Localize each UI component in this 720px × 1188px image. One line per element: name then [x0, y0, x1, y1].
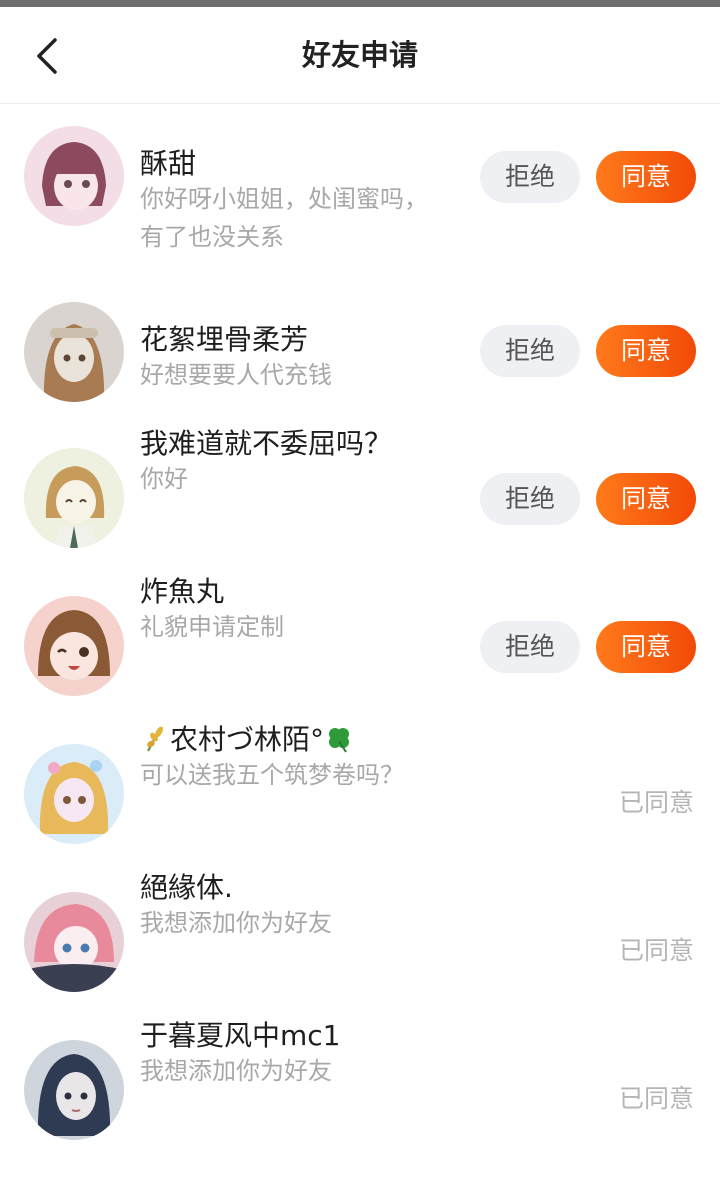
requester-name-text: 农村づ林陌°	[170, 723, 325, 756]
avatar[interactable]	[24, 448, 124, 548]
request-row: 我难道就不委屈吗？ 你好 拒绝 同意	[0, 400, 720, 548]
requester-name: 酥甜	[140, 147, 197, 180]
avatar[interactable]	[24, 744, 124, 844]
accept-button[interactable]: 同意	[596, 325, 696, 377]
request-row: 酥甜 你好呀小姐姐，处闺蜜吗，有了也没关系 拒绝 同意	[0, 104, 720, 252]
requester-name: 我难道就不委屈吗？	[140, 427, 393, 460]
status-badge: 已同意	[618, 936, 694, 965]
reject-button[interactable]: 拒绝	[480, 621, 580, 673]
accept-button[interactable]: 同意	[596, 621, 696, 673]
nav-bar: 好友申请	[0, 7, 720, 104]
accept-button[interactable]: 同意	[596, 151, 696, 203]
reject-button[interactable]: 拒绝	[480, 151, 580, 203]
request-message: 我想添加你为好友	[140, 909, 332, 937]
avatar[interactable]	[24, 1040, 124, 1140]
request-message: 我想添加你为好友	[140, 1057, 332, 1085]
request-row: 炸魚丸 礼貌申请定制 拒绝 同意	[0, 548, 720, 696]
status-badge: 已同意	[618, 1084, 694, 1113]
requester-name: 花絮埋骨柔芳	[140, 323, 309, 356]
request-message: 礼貌申请定制	[140, 613, 284, 641]
status-badge: 已同意	[618, 788, 694, 817]
request-row: 于暮夏风中mc1 我想添加你为好友 已同意	[0, 992, 720, 1140]
clover-icon	[329, 728, 350, 753]
requester-name: 絕緣体.	[140, 871, 233, 904]
wheat-icon	[147, 726, 163, 752]
accept-button[interactable]: 同意	[596, 473, 696, 525]
request-message: 好想要要人代充钱	[140, 361, 332, 389]
request-row: 农村づ林陌° 可以送我五个筑梦卷吗？ 已同意	[0, 696, 720, 844]
request-row: 花絮埋骨柔芳 好想要要人代充钱 拒绝 同意	[0, 252, 720, 402]
request-row: 絕緣体. 我想添加你为好友 已同意	[0, 844, 720, 992]
requester-name: 炸魚丸	[140, 575, 225, 608]
status-bar	[0, 0, 720, 7]
page-title: 好友申请	[301, 38, 418, 72]
requester-name: 农村づ林陌°	[140, 718, 354, 758]
reject-button[interactable]: 拒绝	[480, 325, 580, 377]
avatar[interactable]	[24, 302, 124, 402]
request-message: 你好呀小姐姐，处闺蜜吗，有了也没关系	[140, 185, 428, 251]
avatar[interactable]	[24, 892, 124, 992]
avatar[interactable]	[24, 596, 124, 696]
avatar[interactable]	[24, 126, 124, 226]
request-message: 你好	[140, 465, 188, 493]
reject-button[interactable]: 拒绝	[480, 473, 580, 525]
request-message: 可以送我五个筑梦卷吗？	[140, 761, 404, 789]
requester-name: 于暮夏风中mc1	[140, 1019, 341, 1052]
